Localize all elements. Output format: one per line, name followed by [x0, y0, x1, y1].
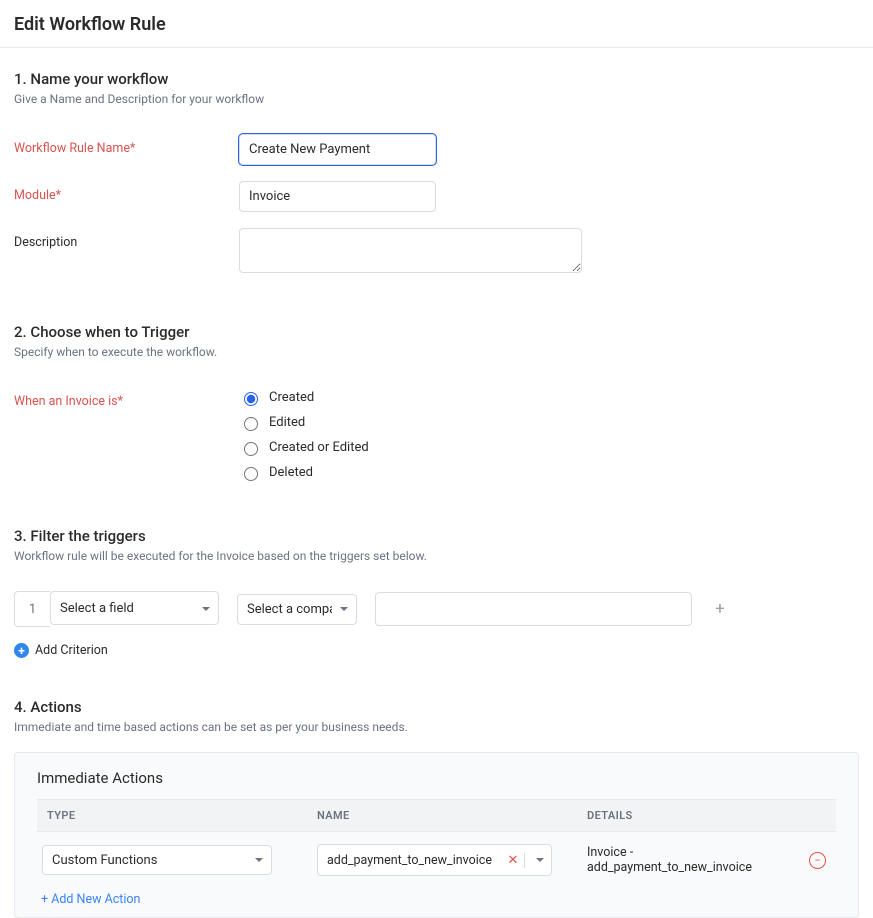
section2-heading: 2. Choose when to Trigger	[14, 323, 859, 341]
col-details: DETAILS	[577, 800, 799, 832]
radio-edited-label: Edited	[269, 415, 305, 430]
clear-action-name-button[interactable]: ✕	[502, 853, 525, 868]
open-action-name-button[interactable]	[525, 853, 551, 868]
add-criterion-link[interactable]: + Add Criterion	[14, 643, 859, 658]
add-criterion-inline-button[interactable]: +	[710, 599, 730, 619]
section4-sub: Immediate and time based actions can be …	[14, 720, 859, 734]
action-row: Custom Functions add_payment_to_new_invo…	[37, 832, 836, 885]
immediate-actions-title: Immediate Actions	[37, 769, 836, 787]
action-name-value: add_payment_to_new_invoice	[318, 853, 502, 868]
criterion-value-input[interactable]	[375, 592, 692, 626]
plus-icon: +	[715, 599, 725, 619]
minus-icon: −	[814, 854, 820, 867]
section1-heading: 1. Name your workflow	[14, 70, 859, 88]
radio-created-label: Created	[269, 390, 314, 405]
section1-sub: Give a Name and Description for your wor…	[14, 92, 859, 106]
action-details: Invoice - add_payment_to_new_invoice	[577, 832, 799, 885]
close-icon: ✕	[508, 853, 519, 868]
plus-circle-icon: +	[14, 643, 29, 658]
chevron-down-icon	[532, 853, 544, 868]
module-label: Module*	[14, 181, 239, 203]
criterion-index: 1	[14, 591, 50, 627]
trigger-option-created-or-edited[interactable]: Created or Edited	[239, 439, 369, 456]
module-input	[239, 181, 436, 212]
add-criterion-label: Add Criterion	[35, 643, 108, 658]
description-label: Description	[14, 228, 239, 250]
radio-deleted[interactable]	[244, 467, 258, 481]
action-type-select[interactable]: Custom Functions	[42, 845, 272, 875]
workflow-name-label: Workflow Rule Name*	[14, 134, 239, 156]
criterion-field-select[interactable]: Select a field	[50, 591, 219, 625]
description-input[interactable]	[239, 228, 582, 273]
trigger-option-created[interactable]: Created	[239, 389, 369, 406]
action-name-picker[interactable]: add_payment_to_new_invoice ✕	[317, 844, 552, 876]
radio-created-or-edited[interactable]	[244, 442, 258, 456]
remove-action-button[interactable]: −	[809, 852, 826, 869]
col-type: TYPE	[37, 800, 307, 832]
section3-heading: 3. Filter the triggers	[14, 527, 859, 545]
criterion-comparator-select[interactable]: Select a compar...	[237, 594, 357, 625]
section3-sub: Workflow rule will be executed for the I…	[14, 549, 859, 563]
radio-deleted-label: Deleted	[269, 465, 313, 480]
page-title: Edit Workflow Rule	[14, 14, 859, 35]
section4-heading: 4. Actions	[14, 698, 859, 716]
trigger-option-edited[interactable]: Edited	[239, 414, 369, 431]
section2-sub: Specify when to execute the workflow.	[14, 345, 859, 359]
radio-created-or-edited-label: Created or Edited	[269, 440, 369, 455]
radio-edited[interactable]	[244, 417, 258, 431]
workflow-name-input[interactable]	[239, 134, 436, 165]
trigger-when-label: When an Invoice is*	[14, 387, 239, 409]
radio-created[interactable]	[244, 392, 258, 406]
add-new-action-link[interactable]: + Add New Action	[37, 884, 836, 907]
trigger-option-deleted[interactable]: Deleted	[239, 464, 369, 481]
col-name: NAME	[307, 800, 577, 832]
